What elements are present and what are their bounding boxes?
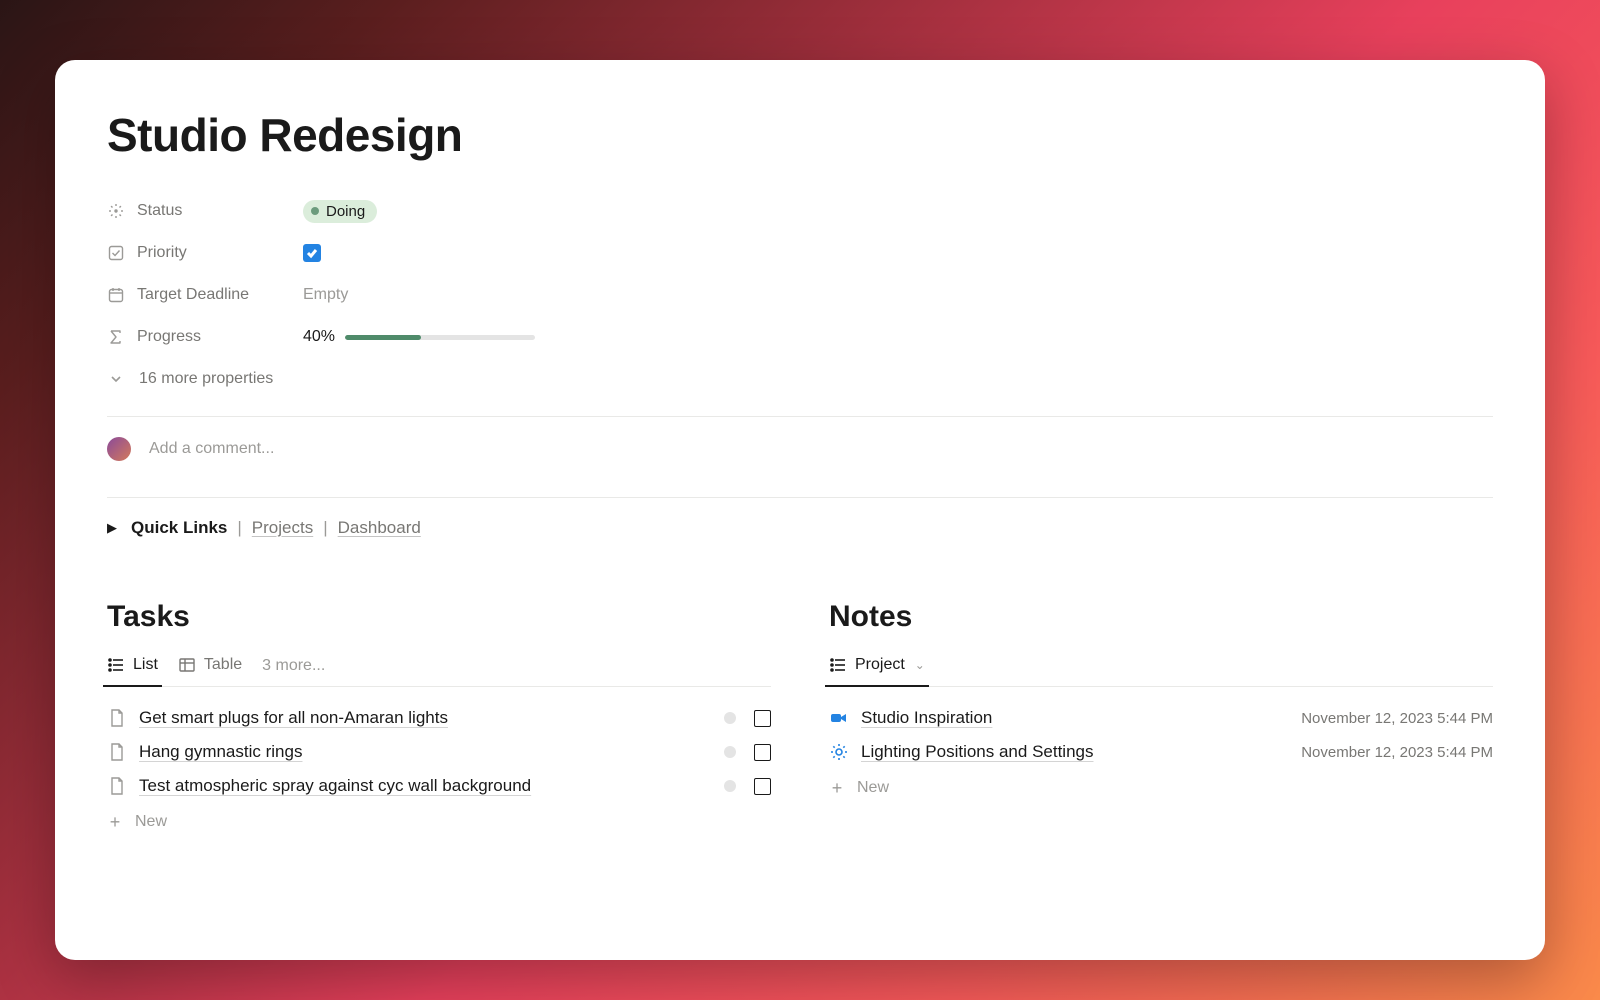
- chevron-down-icon: [107, 370, 125, 388]
- progress-value: 40%: [303, 328, 335, 346]
- page-icon: [107, 776, 127, 796]
- tab-label: Table: [204, 656, 242, 674]
- tasks-column: Tasks List Table 3 more... Get smart plu…: [107, 600, 771, 841]
- task-checkbox[interactable]: [754, 778, 771, 795]
- property-status[interactable]: Status Doing: [107, 190, 1493, 232]
- note-date: November 12, 2023 5:44 PM: [1301, 710, 1493, 727]
- note-row[interactable]: Studio Inspiration November 12, 2023 5:4…: [829, 701, 1493, 735]
- task-title[interactable]: Hang gymnastic rings: [139, 742, 712, 762]
- separator: |: [323, 518, 327, 538]
- separator: |: [237, 518, 241, 538]
- property-label: Priority: [137, 244, 187, 262]
- table-icon: [178, 656, 196, 674]
- tasks-tabs: List Table 3 more...: [107, 656, 771, 687]
- task-status-icon: [724, 746, 736, 758]
- property-label: Progress: [137, 328, 201, 346]
- status-icon: [107, 202, 125, 220]
- calendar-icon: [107, 286, 125, 304]
- notes-column: Notes Project ⌄ Studio Inspiration Novem…: [829, 600, 1493, 841]
- note-title[interactable]: Studio Inspiration: [861, 708, 1289, 728]
- tab-table[interactable]: Table: [178, 656, 242, 676]
- note-row[interactable]: Lighting Positions and Settings November…: [829, 735, 1493, 769]
- new-label: New: [135, 813, 167, 831]
- sigma-icon: [107, 328, 125, 346]
- note-date: November 12, 2023 5:44 PM: [1301, 744, 1493, 761]
- note-list: Studio Inspiration November 12, 2023 5:4…: [829, 687, 1493, 807]
- property-deadline[interactable]: Target Deadline Empty: [107, 274, 1493, 316]
- tab-project[interactable]: Project ⌄: [829, 656, 925, 676]
- page-icon: [107, 742, 127, 762]
- columns: Tasks List Table 3 more... Get smart plu…: [107, 600, 1493, 841]
- task-status-icon: [724, 780, 736, 792]
- note-title[interactable]: Lighting Positions and Settings: [861, 742, 1289, 762]
- task-checkbox[interactable]: [754, 744, 771, 761]
- avatar: [107, 437, 131, 461]
- progress-bar: [345, 335, 535, 340]
- status-dot-icon: [311, 207, 319, 215]
- property-priority[interactable]: Priority: [107, 232, 1493, 274]
- quick-links-row: ▶ Quick Links | Projects | Dashboard: [107, 498, 1493, 554]
- status-value: Doing: [326, 203, 365, 220]
- new-task-button[interactable]: + New: [107, 803, 771, 841]
- tab-label: List: [133, 656, 158, 674]
- property-label: Status: [137, 202, 182, 220]
- more-properties-label: 16 more properties: [139, 370, 273, 388]
- task-list: Get smart plugs for all non-Amaran light…: [107, 687, 771, 841]
- video-icon: [829, 708, 849, 728]
- notes-tabs: Project ⌄: [829, 656, 1493, 687]
- page-icon: [107, 708, 127, 728]
- page-window: Studio Redesign Status Doing Pr: [55, 60, 1545, 960]
- plus-icon: +: [829, 780, 845, 796]
- property-label: Target Deadline: [137, 286, 249, 304]
- list-icon: [829, 656, 847, 674]
- priority-checkbox[interactable]: [303, 244, 321, 262]
- tab-list[interactable]: List: [107, 656, 158, 676]
- new-label: New: [857, 779, 889, 797]
- notes-heading: Notes: [829, 600, 1493, 634]
- quick-link-projects[interactable]: Projects: [252, 518, 313, 538]
- sun-icon: [829, 742, 849, 762]
- page-title: Studio Redesign: [107, 108, 1493, 162]
- new-note-button[interactable]: + New: [829, 769, 1493, 807]
- task-status-icon: [724, 712, 736, 724]
- toggle-arrow-icon[interactable]: ▶: [107, 520, 117, 536]
- task-row[interactable]: Get smart plugs for all non-Amaran light…: [107, 701, 771, 735]
- deadline-value[interactable]: Empty: [303, 286, 348, 304]
- comment-placeholder: Add a comment...: [149, 440, 274, 458]
- chevron-down-icon: ⌄: [915, 658, 925, 672]
- checkbox-icon: [107, 244, 125, 262]
- more-properties-toggle[interactable]: 16 more properties: [107, 358, 1493, 400]
- plus-icon: +: [107, 814, 123, 830]
- tabs-more[interactable]: 3 more...: [262, 657, 325, 675]
- progress-fill: [345, 335, 421, 340]
- tasks-heading: Tasks: [107, 600, 771, 634]
- quick-link-dashboard[interactable]: Dashboard: [338, 518, 421, 538]
- comment-row[interactable]: Add a comment...: [107, 417, 1493, 481]
- properties-block: Status Doing Priority: [107, 190, 1493, 400]
- list-icon: [107, 656, 125, 674]
- property-progress[interactable]: Progress 40%: [107, 316, 1493, 358]
- tab-label: Project: [855, 656, 905, 674]
- status-badge[interactable]: Doing: [303, 200, 377, 223]
- task-row[interactable]: Hang gymnastic rings: [107, 735, 771, 769]
- task-checkbox[interactable]: [754, 710, 771, 727]
- quick-links-label[interactable]: Quick Links: [131, 518, 227, 538]
- task-title[interactable]: Test atmospheric spray against cyc wall …: [139, 776, 712, 796]
- task-title[interactable]: Get smart plugs for all non-Amaran light…: [139, 708, 712, 728]
- task-row[interactable]: Test atmospheric spray against cyc wall …: [107, 769, 771, 803]
